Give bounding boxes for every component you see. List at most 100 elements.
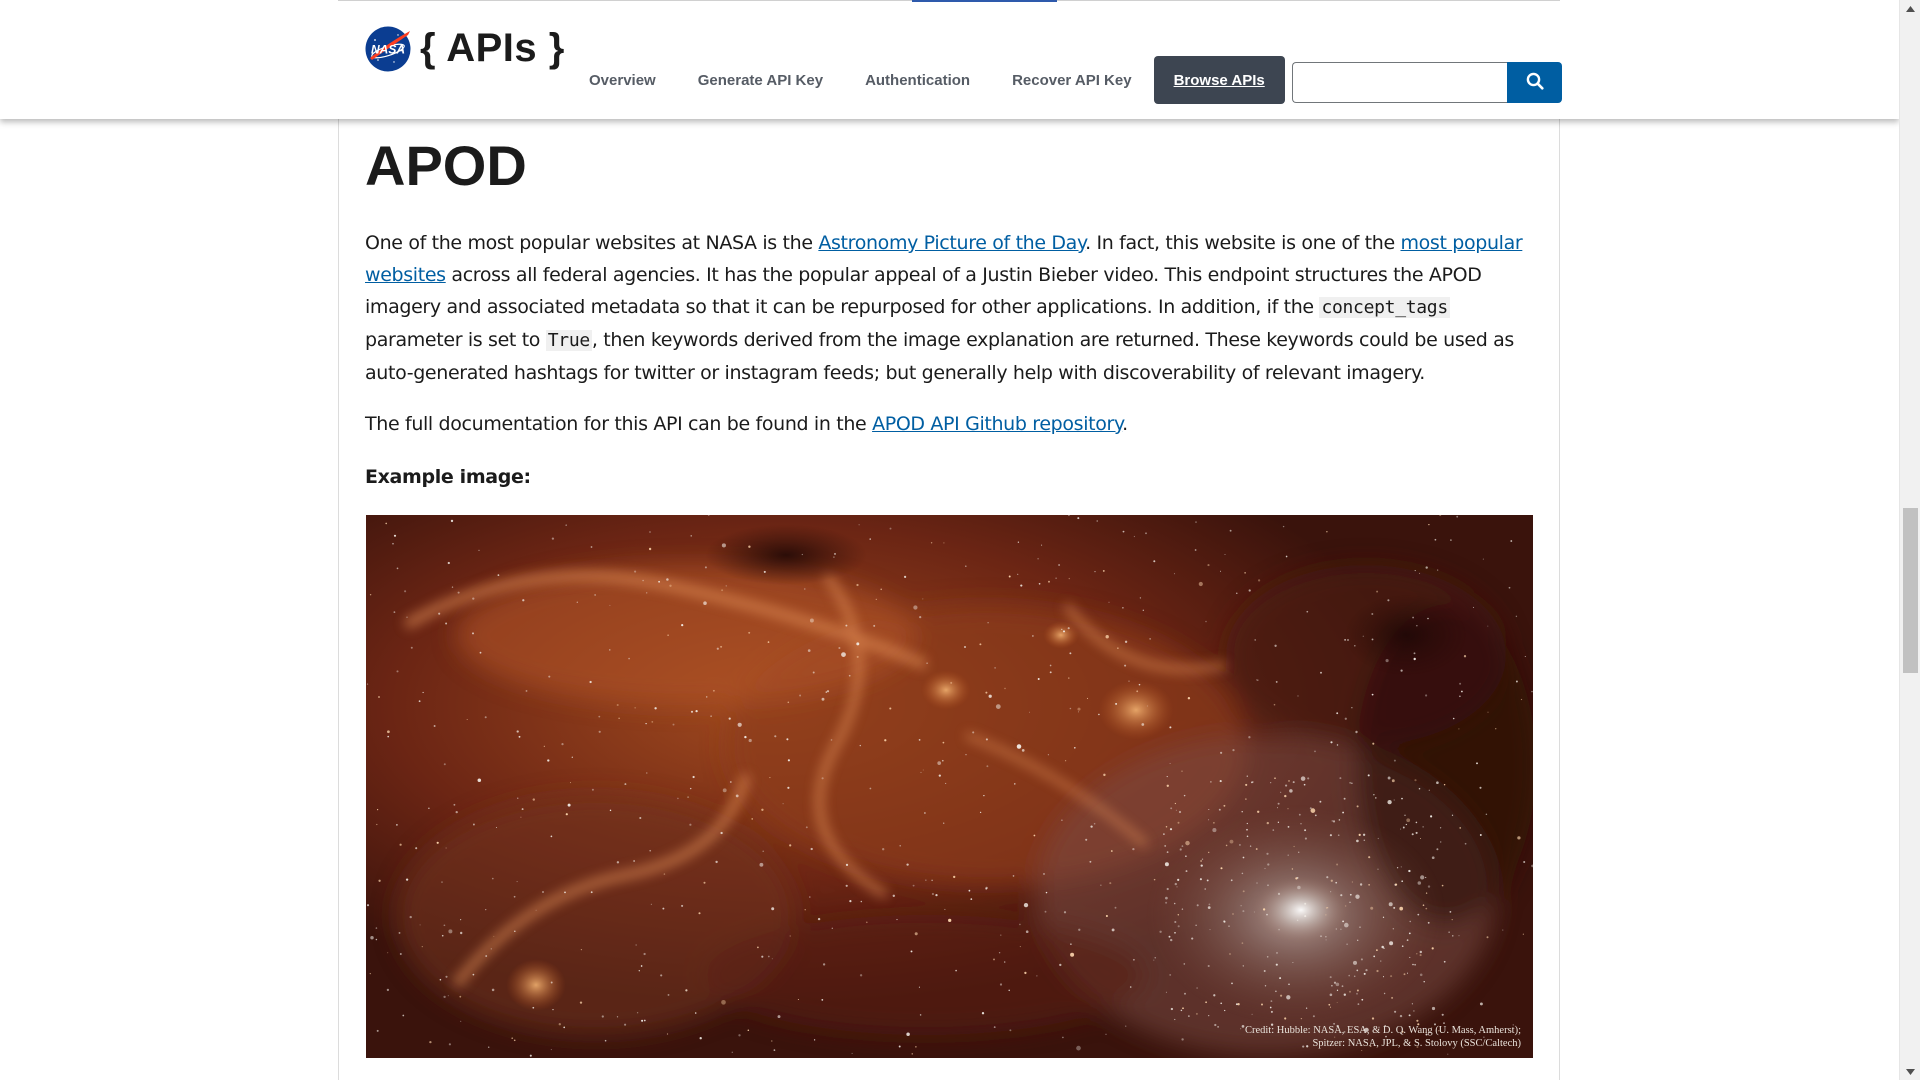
nav-authentication[interactable]: Authentication: [844, 56, 991, 104]
star-dot: [404, 590, 407, 593]
star-dot: [493, 935, 495, 937]
star-dot: [1246, 828, 1248, 831]
star-dot: [1405, 823, 1407, 826]
star-dot: [1196, 904, 1199, 907]
text: The full documentation for this API can …: [365, 413, 873, 435]
search-input[interactable]: [1292, 62, 1507, 103]
star-dot: [1461, 690, 1463, 693]
star-dot: [1325, 936, 1327, 938]
nav-overview[interactable]: Overview: [573, 56, 677, 104]
star-dot: [1224, 1009, 1226, 1012]
star-dot: [1425, 876, 1427, 879]
star-dot: [763, 570, 766, 573]
star-dot: [1173, 573, 1176, 575]
star-dot: [856, 642, 860, 646]
star-dot: [1181, 1038, 1184, 1041]
star-dot: [1108, 601, 1110, 603]
star-dot: [1368, 856, 1371, 859]
star-dot: [1070, 952, 1075, 957]
star-dot: [1326, 876, 1329, 879]
star-dot: [1276, 952, 1278, 954]
star-dot: [804, 588, 806, 590]
star-dot: [565, 524, 567, 526]
scroll-up-arrow-icon[interactable]: [1900, 0, 1920, 17]
star-dot: [1406, 818, 1411, 823]
scrollbar-thumb[interactable]: [1903, 508, 1918, 673]
star-dot: [1264, 985, 1267, 987]
star-dot: [1494, 727, 1497, 730]
star-dot: [786, 738, 789, 741]
star-dot: [1232, 749, 1235, 752]
star-dot: [387, 952, 389, 954]
star-dot: [1292, 781, 1295, 784]
apod-website-link[interactable]: Astronomy Picture of the Day: [818, 232, 1085, 254]
star-dot: [1248, 589, 1251, 592]
star-dot: [485, 908, 487, 911]
star-dot: [1310, 808, 1316, 813]
scroll-down-arrow-icon[interactable]: [1900, 1063, 1920, 1080]
star-dot: [1246, 822, 1248, 825]
star-dot: [1153, 878, 1156, 881]
star-dot: [1174, 1018, 1176, 1021]
star-dot: [1427, 921, 1430, 924]
star-dot: [948, 918, 952, 923]
star-dot: [1408, 1014, 1411, 1017]
star-dot: [525, 689, 528, 692]
nav-generate-api-key[interactable]: Generate API Key: [677, 56, 844, 104]
star-dot: [769, 777, 771, 779]
star-dot: [1277, 892, 1281, 895]
star-dot: [1414, 779, 1417, 782]
star-dot: [633, 860, 635, 862]
star-dot: [1241, 1025, 1245, 1028]
star-dot: [972, 731, 975, 734]
star-dot: [1183, 963, 1186, 965]
star-dot: [1425, 694, 1428, 697]
star-dot: [833, 556, 835, 558]
star-dot: [1320, 671, 1322, 674]
text: across all federal agencies. It has the …: [365, 264, 1482, 318]
star-dot: [1342, 811, 1345, 814]
vertical-scrollbar[interactable]: [1899, 0, 1920, 1080]
star-dot: [393, 534, 397, 537]
star-dot: [650, 903, 652, 905]
star-dot: [1387, 799, 1392, 805]
star-dot: [1434, 538, 1437, 541]
star-dot: [378, 696, 380, 698]
star-dot: [1380, 960, 1382, 962]
star-dot: [1068, 577, 1070, 580]
star-dot: [1228, 925, 1230, 927]
star-dot: [1061, 628, 1063, 630]
star-dot: [422, 691, 424, 694]
star-dot: [807, 649, 811, 652]
site-logo[interactable]: NASA { APIs }: [364, 24, 565, 74]
star-dot: [567, 803, 571, 807]
star-dot: [1068, 677, 1070, 679]
star-dot: [419, 924, 421, 926]
image-credit-line: Credit: Hubble: NASA, ESA, & D. Q. Wang …: [1244, 1025, 1521, 1036]
star-dot: [1400, 866, 1402, 868]
search-button[interactable]: [1507, 62, 1562, 103]
star-dot: [1412, 616, 1415, 619]
star-dot: [1176, 886, 1178, 888]
star-dot: [945, 782, 947, 784]
star-dot: [912, 884, 915, 887]
star-dot: [1275, 963, 1278, 966]
star-dot: [1287, 854, 1289, 856]
star-dot: [1175, 809, 1177, 811]
star-dot: [1372, 742, 1375, 745]
star-dot: [1362, 635, 1364, 637]
star-dot: [1298, 851, 1300, 853]
github-repo-link[interactable]: APOD API Github repository: [872, 413, 1122, 435]
star-dot: [761, 955, 764, 958]
star-dot: [849, 900, 852, 903]
star-dot: [1356, 992, 1358, 995]
star-dot: [484, 716, 487, 719]
star-dot: [889, 707, 892, 710]
star-dot: [520, 816, 522, 818]
star-dot: [941, 759, 944, 762]
star-dot: [1269, 1006, 1272, 1009]
nav-recover-api-key[interactable]: Recover API Key: [991, 56, 1153, 104]
star-dot: [1209, 929, 1211, 931]
nav-browse-apis[interactable]: Browse APIs: [1153, 56, 1285, 104]
star-dot: [579, 1001, 583, 1004]
